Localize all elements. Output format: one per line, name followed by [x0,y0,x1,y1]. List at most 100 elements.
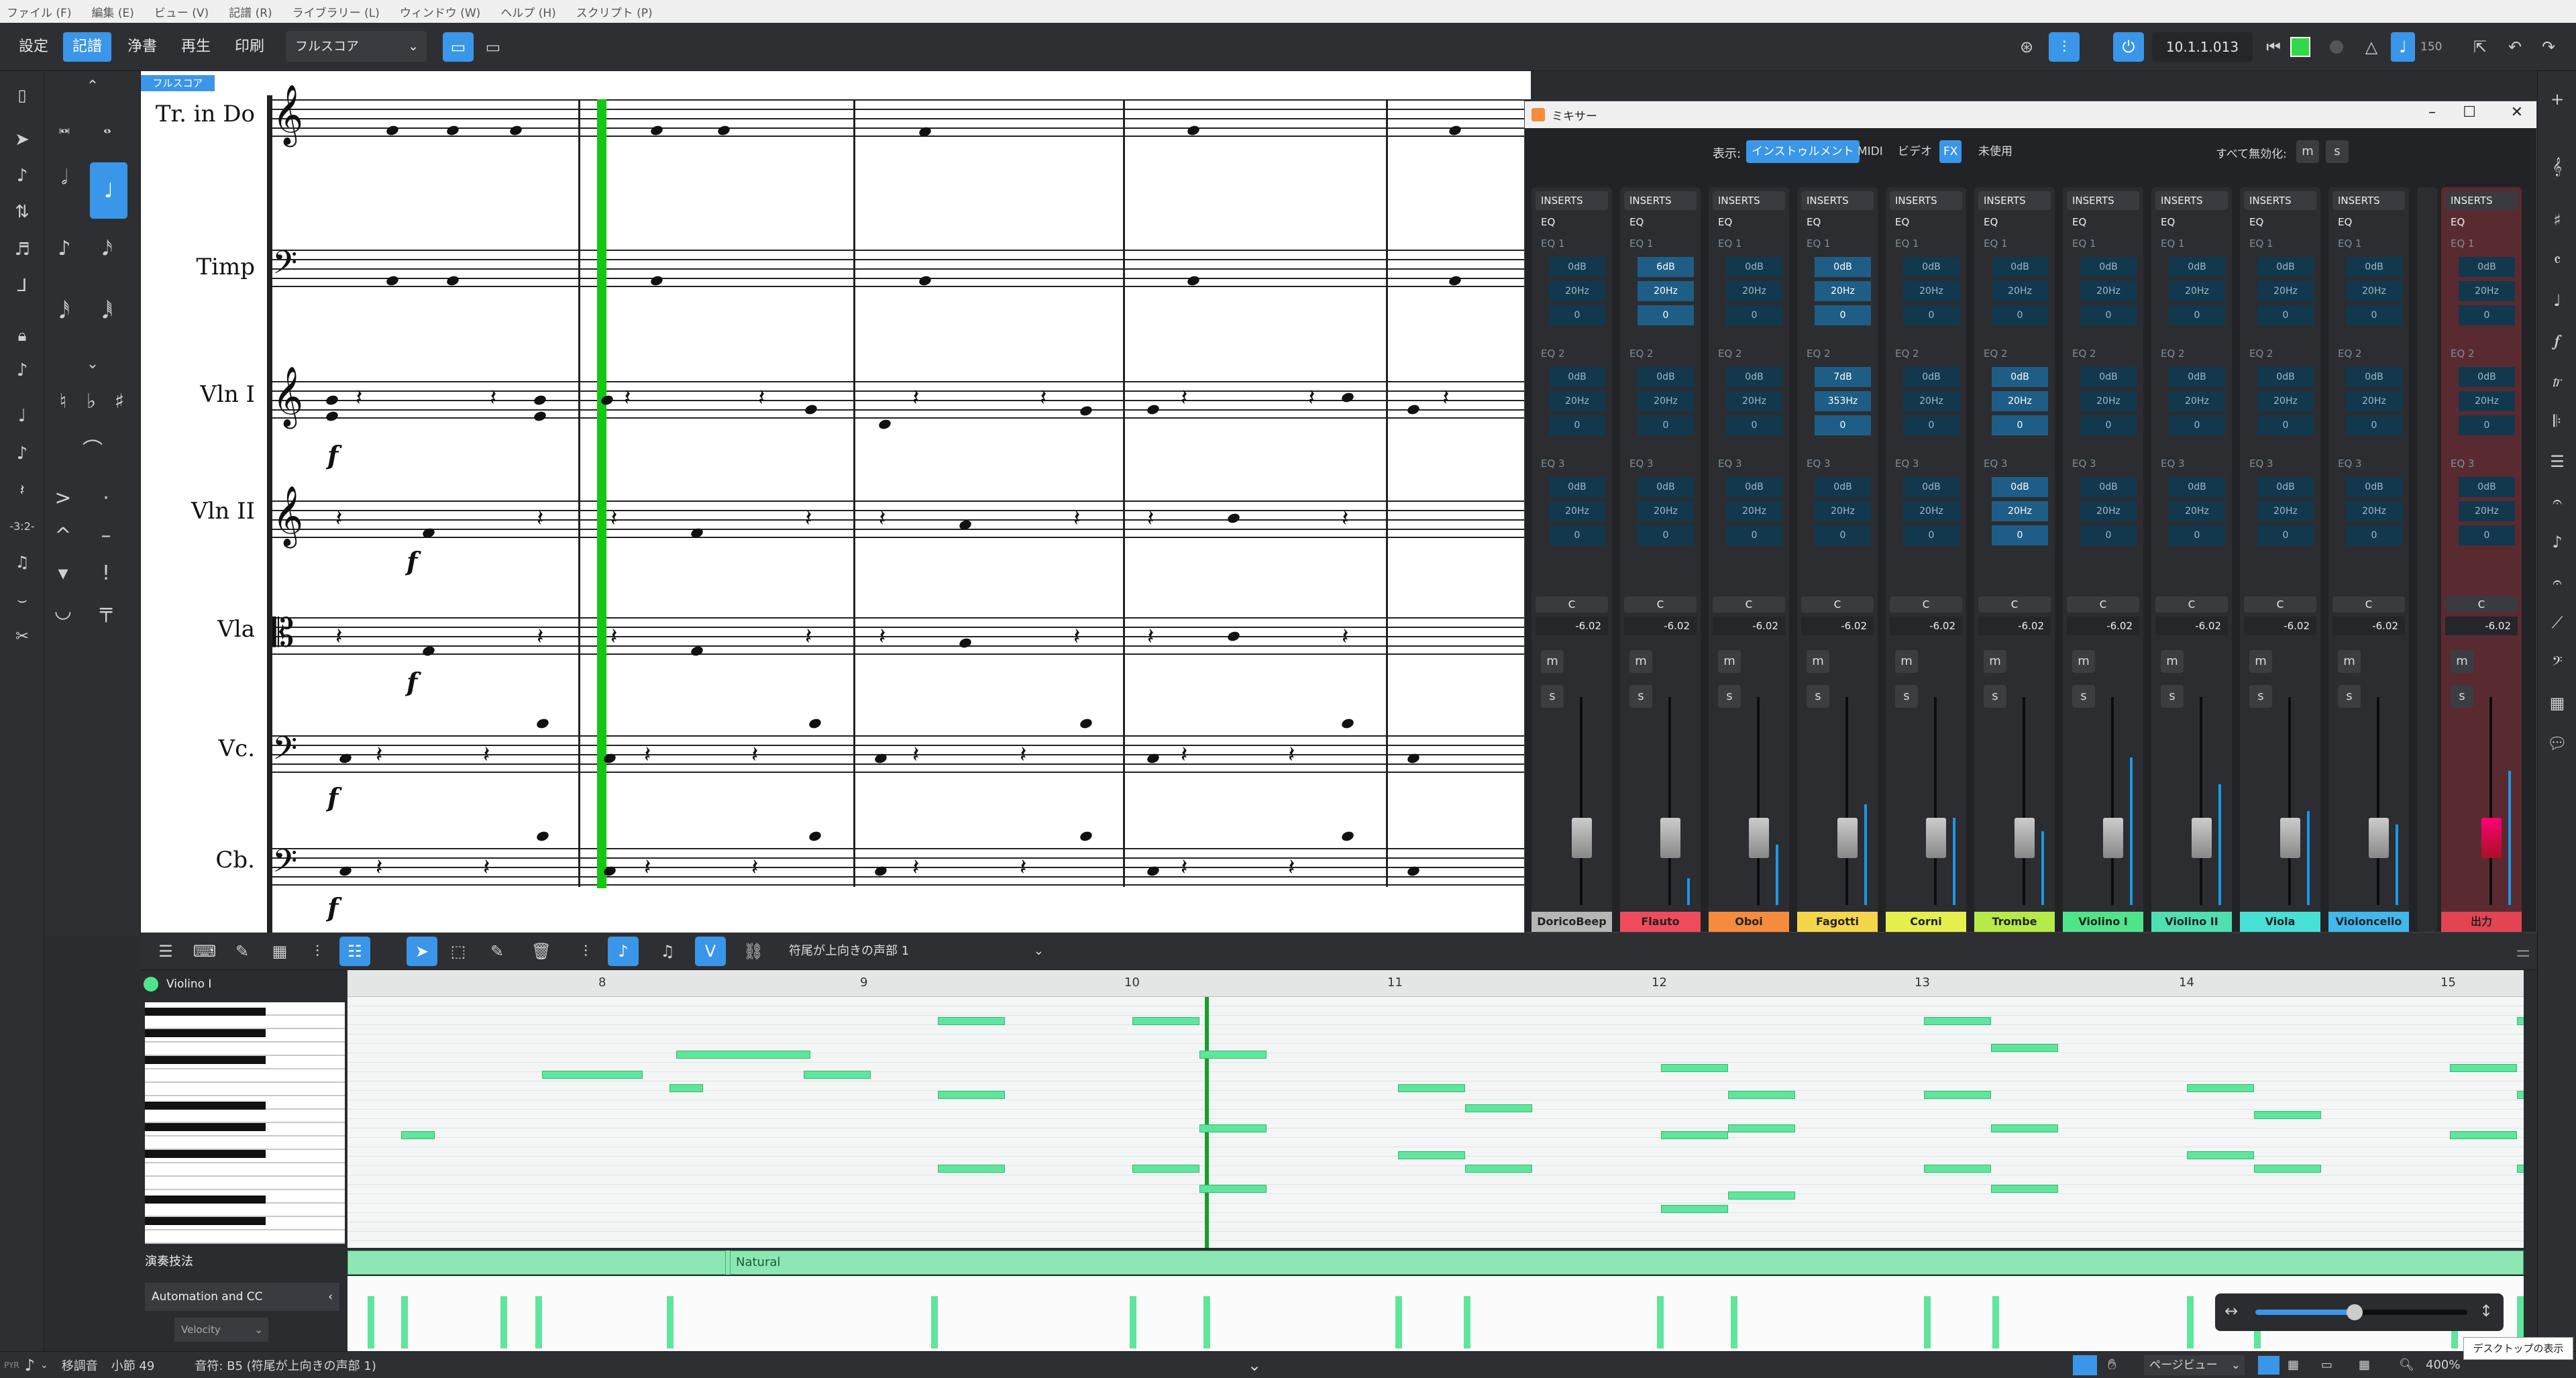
grid-icon[interactable]: ▦ [264,937,295,966]
eq-band-label[interactable]: EQ 2 [2067,344,2139,363]
eq-value-cell[interactable]: 20Hz [2459,391,2515,411]
channel-name[interactable]: Fagotti [1797,912,1878,932]
metronome-icon[interactable]: △ [2356,32,2387,62]
eq-band-label[interactable]: EQ 2 [2155,344,2228,363]
staccato-icon[interactable]: · [91,483,121,513]
pan-control[interactable]: C [1624,596,1697,613]
eq-band-label[interactable]: EQ 3 [2155,454,2228,473]
pan-control[interactable]: C [1890,596,1962,613]
link-icon[interactable]: ⛓ [738,937,769,966]
eq-band-label[interactable]: EQ 2 [1801,344,1874,363]
chord-icon[interactable]: ♬ [7,235,37,264]
eq-value-cell[interactable]: 20Hz [2169,391,2225,411]
eq-value-cell[interactable]: 20Hz [2257,501,2314,521]
eq-value-cell[interactable]: 0dB [2346,477,2402,497]
repeat-icon[interactable]: 𝄆 [2542,407,2572,436]
mode-print[interactable]: 印刷 [225,32,274,62]
eq-button[interactable]: EQ [1978,213,2051,231]
midi-note[interactable] [2254,1111,2321,1119]
whole-note-icon[interactable]: 𝅝 [93,111,122,141]
tempo-icon[interactable]: ♩ [2542,286,2572,315]
eq-value-cell[interactable]: 20Hz [1726,501,1782,521]
slash-icon[interactable]: ♫ [7,547,37,577]
eq-value-cell[interactable]: 20Hz [2257,281,2314,301]
velocity-bar[interactable] [535,1296,542,1348]
midi-note[interactable] [542,1071,643,1079]
menu-help[interactable]: ヘルプ (H) [500,3,555,20]
eq-band-label[interactable]: EQ 3 [2244,454,2316,473]
eq-value-cell[interactable]: 20Hz [1638,391,1694,411]
eq-value-cell[interactable]: 20Hz [1726,391,1782,411]
fermata-icon[interactable]: ◡ [48,596,78,625]
velocity-bar[interactable] [368,1296,374,1348]
grace-note-icon[interactable]: ♪ [7,356,37,385]
eq-button[interactable]: EQ [1624,213,1697,231]
eq-band-label[interactable]: EQ 3 [1624,454,1697,473]
eq-value-cell[interactable]: 20Hz [2169,281,2225,301]
fader-handle[interactable] [1660,818,1680,858]
chevron-up-icon[interactable]: ⌃ [78,71,107,101]
midi-note[interactable] [938,1017,1005,1025]
solo-button[interactable]: s [1984,685,2006,708]
pan-control[interactable]: C [2244,596,2316,613]
chevron-down-icon[interactable]: ⌄ [40,1360,48,1371]
score-view[interactable]: フルスコア Tr. in Do Timp Vln I Vln II Vla Vc… [141,71,1531,933]
eq-band-label[interactable]: EQ 2 [1536,344,1608,363]
eq-value-cell[interactable]: 0 [1726,525,1782,545]
mute-button[interactable]: m [2451,650,2473,673]
marquee-tool-icon[interactable]: ⬚ [443,937,474,966]
automation-label[interactable]: Automation and CC ‹ [145,1283,339,1311]
list-icon[interactable]: ☰ [150,937,181,966]
eq-value-cell[interactable]: 0dB [1903,257,1960,277]
eq-value-cell[interactable]: 353Hz [1815,391,1871,411]
inserts-button[interactable]: INSERTS [1536,191,1608,210]
midi-note[interactable] [1132,1165,1199,1173]
eq-value-cell[interactable]: 20Hz [2080,391,2137,411]
panel-toggle-icon[interactable]: ▯ [7,81,37,110]
fader-handle[interactable] [2369,818,2389,858]
channel-name[interactable]: Trombe [1974,912,2055,932]
play-icon[interactable] [2285,32,2316,62]
eq-value-cell[interactable]: 0dB [2169,367,2225,387]
velocity-bar[interactable] [1395,1296,1402,1348]
accent-icon[interactable]: > [48,483,78,513]
channel-name[interactable]: Flauto [1620,912,1701,932]
layout-tab[interactable]: フルスコア [141,75,215,91]
voice-select[interactable]: 符尾が上向きの声部 1 ⌄ [782,938,1051,965]
eq-value-cell[interactable]: 0 [1992,525,2048,545]
eq-band-label[interactable]: EQ 1 [2332,234,2405,253]
vertical-zoom-icon[interactable]: ↕ [2479,1302,2493,1320]
inserts-button[interactable]: INSERTS [2332,191,2405,210]
settings-icon[interactable]: ⚌ [2516,942,2530,961]
rest-icon[interactable]: 𝄽 [7,475,37,505]
sixteenth-note-icon[interactable]: 𝅘𝅥𝅯 [93,233,122,263]
fader-handle[interactable] [2103,818,2123,858]
mode-engrave[interactable]: 浄書 [118,32,166,62]
mute-button[interactable]: m [2338,650,2361,673]
comment-icon[interactable]: 💬︎ [2542,729,2572,758]
eq-value-cell[interactable]: 0 [1726,305,1782,325]
eq-value-cell[interactable]: 20Hz [1903,391,1960,411]
eq-value-cell[interactable]: 20Hz [1815,281,1871,301]
channel-name[interactable]: 出力 [2441,912,2522,932]
redo-icon[interactable]: ↷ [2533,32,2564,62]
eq-value-cell[interactable]: 20Hz [2346,391,2402,411]
eq-button[interactable]: EQ [1536,213,1608,231]
eq-value-cell[interactable]: 0 [2080,525,2137,545]
eq-value-cell[interactable]: 0 [1903,525,1960,545]
ornaments-icon[interactable]: 𝆖 [2542,366,2572,396]
velocity-bar[interactable] [931,1296,938,1348]
eq-value-cell[interactable]: 0 [2169,525,2225,545]
eq-value-cell[interactable]: 0 [1549,415,1605,435]
eq-value-cell[interactable]: 20Hz [1992,281,2048,301]
midi-note[interactable] [1924,1091,1991,1099]
channel-name[interactable]: DoricoBeep 1 [1532,912,1612,948]
eq-value-cell[interactable]: 0 [2346,525,2402,545]
select-tool-button[interactable]: ➤ [407,937,437,966]
eq-value-cell[interactable]: 0 [2257,525,2314,545]
eq-value-cell[interactable]: 20Hz [2169,501,2225,521]
eq-value-cell[interactable]: 0 [2169,415,2225,435]
key-editor-button[interactable]: ☷ [339,937,370,966]
eq-value-cell[interactable]: 0 [1815,415,1871,435]
eq-value-cell[interactable]: 0 [2257,305,2314,325]
